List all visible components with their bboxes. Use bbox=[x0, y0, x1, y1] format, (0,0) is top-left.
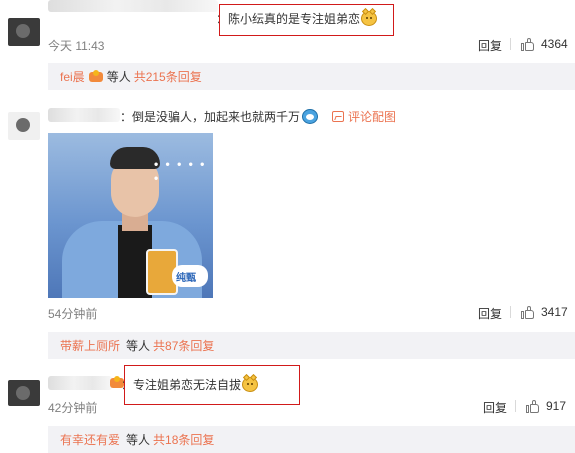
image-brand-text: 纯甄 bbox=[176, 273, 196, 284]
reply-user-link[interactable]: 有幸还有爱 bbox=[60, 431, 120, 448]
reply-count-link[interactable]: 共87条回复 bbox=[153, 337, 214, 354]
avatar[interactable] bbox=[8, 112, 40, 140]
reply-button[interactable]: 回复 bbox=[483, 399, 507, 416]
image-comment-link[interactable]: 评论配图 bbox=[332, 108, 396, 125]
username-redacted[interactable] bbox=[48, 0, 218, 12]
divider bbox=[510, 306, 511, 318]
image-icon bbox=[332, 111, 345, 122]
like-count: 4364 bbox=[541, 37, 568, 51]
comment-text: ： 倒是没骗人，加起来也就两千万 评论配图 bbox=[120, 108, 396, 125]
doraemon-emoji-icon bbox=[302, 109, 319, 124]
comment-time: 54分钟前 bbox=[48, 307, 98, 321]
like-button[interactable]: 3417 bbox=[521, 305, 568, 319]
divider bbox=[515, 400, 516, 412]
sub-replies-bar[interactable]: 有幸还有爱 等人 共18条回复 bbox=[48, 426, 575, 453]
comment-separator: ： bbox=[120, 110, 133, 124]
divider bbox=[510, 38, 511, 50]
username-redacted[interactable] bbox=[48, 376, 112, 390]
reply-middle-text: 等人 bbox=[126, 433, 151, 447]
sub-replies-bar[interactable]: 带薪上厕所 等人 共87条回复 bbox=[48, 332, 575, 359]
image-overlay-dots: • • • • • • bbox=[154, 157, 207, 185]
like-button[interactable]: 4364 bbox=[521, 37, 568, 51]
like-count: 3417 bbox=[541, 305, 568, 319]
username-redacted[interactable] bbox=[48, 108, 120, 122]
like-count: 917 bbox=[546, 399, 567, 413]
avatar[interactable] bbox=[8, 380, 40, 406]
sub-replies-bar[interactable]: fei晨 等人 共215条回复 bbox=[48, 63, 575, 90]
reply-count-link[interactable]: 共18条回复 bbox=[153, 431, 214, 448]
comment-time: 今天 11:43 bbox=[48, 39, 105, 53]
fan-badge-icon bbox=[88, 70, 104, 83]
avatar[interactable] bbox=[8, 18, 40, 46]
reply-count-link[interactable]: 共215条回复 bbox=[134, 68, 202, 85]
reply-user-link[interactable]: fei晨 bbox=[60, 68, 85, 85]
reply-middle-text: 等人 bbox=[126, 339, 151, 353]
reply-button[interactable]: 回复 bbox=[478, 305, 502, 322]
reply-middle-text: 等人 bbox=[106, 70, 131, 84]
comment-body: 倒是没骗人，加起来也就两千万 bbox=[132, 110, 301, 124]
highlight-box bbox=[219, 4, 394, 36]
reply-button[interactable]: 回复 bbox=[478, 37, 502, 54]
like-button[interactable]: 917 bbox=[526, 399, 566, 413]
thumbs-up-icon bbox=[526, 399, 540, 413]
comment-time: 42分钟前 bbox=[48, 401, 98, 415]
image-comment-label: 评论配图 bbox=[348, 110, 397, 124]
reply-user-link[interactable]: 带薪上厕所 bbox=[60, 337, 120, 354]
thumbs-up-icon bbox=[521, 37, 535, 51]
thumbs-up-icon bbox=[521, 305, 535, 319]
highlight-box bbox=[124, 365, 300, 405]
comment-image[interactable]: 纯甄 • • • • • • bbox=[48, 133, 213, 298]
